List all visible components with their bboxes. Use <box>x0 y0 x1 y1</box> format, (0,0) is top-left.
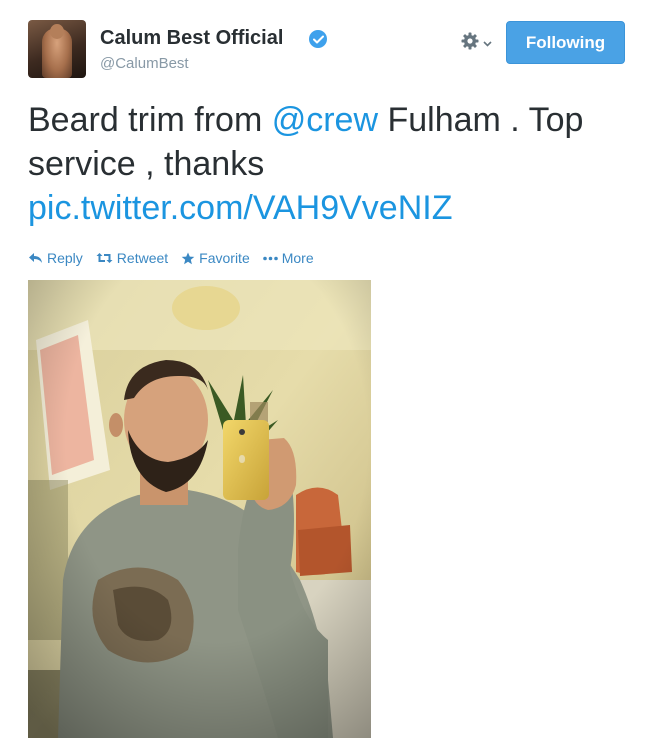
avatar[interactable] <box>28 20 86 78</box>
more-label: More <box>281 250 314 266</box>
tweet-text: Beard trim from @crew Fulham . Top servi… <box>28 98 638 230</box>
gear-icon <box>460 31 480 56</box>
user-handle[interactable]: @CalumBest <box>100 55 189 72</box>
retweet-label: Retweet <box>116 250 169 266</box>
user-full-name[interactable]: Calum Best Official <box>100 27 283 50</box>
avatar-head <box>50 24 64 39</box>
star-icon <box>181 252 195 265</box>
pic-link[interactable]: pic.twitter.com/VAH9VveNIZ <box>28 189 453 227</box>
verified-badge-icon <box>309 30 327 48</box>
tweet-card: Calum Best Official @CalumBest Following… <box>0 0 650 754</box>
tweet-text-lead: Beard trim from <box>28 101 272 139</box>
tweet-actions: Reply Retweet Favorite More <box>28 248 327 268</box>
retweet-icon <box>96 252 113 264</box>
selfie-photo-illustration <box>28 280 371 738</box>
reply-action[interactable]: Reply <box>28 250 83 266</box>
following-button[interactable]: Following <box>506 21 625 64</box>
retweet-action[interactable]: Retweet <box>96 250 168 266</box>
reply-label: Reply <box>47 250 83 266</box>
tweet-photo[interactable] <box>28 280 371 738</box>
reply-icon <box>28 252 43 264</box>
mention-link[interactable]: @crew <box>272 101 378 139</box>
more-action[interactable]: More <box>262 250 314 266</box>
chevron-down-icon <box>483 34 492 52</box>
favorite-action[interactable]: Favorite <box>181 250 250 266</box>
more-dots-icon <box>262 256 278 261</box>
favorite-label: Favorite <box>199 250 250 266</box>
user-actions-menu[interactable] <box>460 31 496 56</box>
